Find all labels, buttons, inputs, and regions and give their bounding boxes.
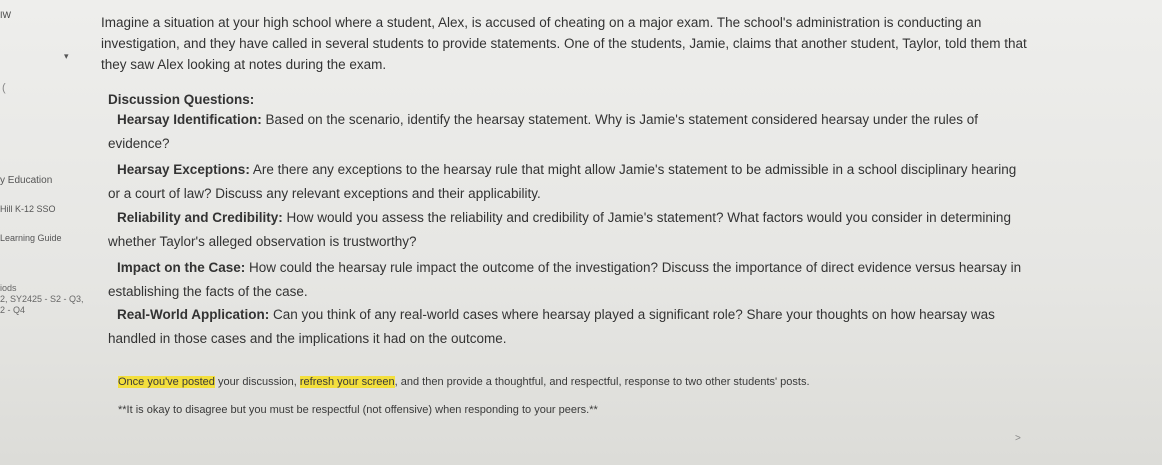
note-text: your discussion, [214,376,300,388]
sidebar-top-label: IW [0,10,11,20]
sidebar-item-learning-guide[interactable]: Learning Guide [0,233,62,243]
discussion-questions-title: Discussion Questions: [108,92,255,107]
chevron-down-icon[interactable]: ▾ [64,51,69,62]
question-text: How could the hearsay rule impact the ou… [108,260,1022,299]
sidebar-item-school[interactable]: Hill K-12 SSO [0,204,56,214]
highlight-posted: Once you've posted [118,376,215,388]
question-hearsay-identification: Hearsay Identification: Based on the sce… [108,108,1023,156]
posting-instructions: Once you've posted your discussion, refr… [118,376,810,388]
sidebar-fragment: ( [2,82,6,94]
sidebar-periods-line1: iods [0,283,17,293]
mouse-cursor-icon: > [1015,433,1021,444]
highlight-refresh: refresh your screen [299,376,395,388]
question-label: Reliability and Credibility: [117,210,283,225]
sidebar-periods: iods 2, SY2425 - S2 - Q3, 2 - Q4 [0,283,84,316]
question-impact-on-case: Impact on the Case: How could the hearsa… [108,256,1023,304]
note-text-rest: , and then provide a thoughtful, and res… [394,376,810,388]
question-reliability-credibility: Reliability and Credibility: How would y… [108,206,1023,254]
question-label: Impact on the Case: [117,260,246,275]
question-hearsay-exceptions: Hearsay Exceptions: Are there any except… [108,158,1023,206]
sidebar-item-education[interactable]: y Education [0,175,52,186]
question-label: Hearsay Exceptions: [117,162,250,177]
scenario-text: Imagine a situation at your high school … [101,15,1027,72]
sidebar-periods-line3: 2 - Q4 [0,305,26,315]
question-label: Real-World Application: [117,307,270,322]
respect-reminder: **It is okay to disagree but you must be… [118,404,598,416]
question-real-world-application: Real-World Application: Can you think of… [108,303,1023,351]
question-label: Hearsay Identification: [117,112,262,127]
sidebar-periods-line2: 2, SY2425 - S2 - Q3, [0,294,84,304]
sidebar: IW ▾ ( y Education Hill K-12 SSO Learnin… [0,0,110,465]
